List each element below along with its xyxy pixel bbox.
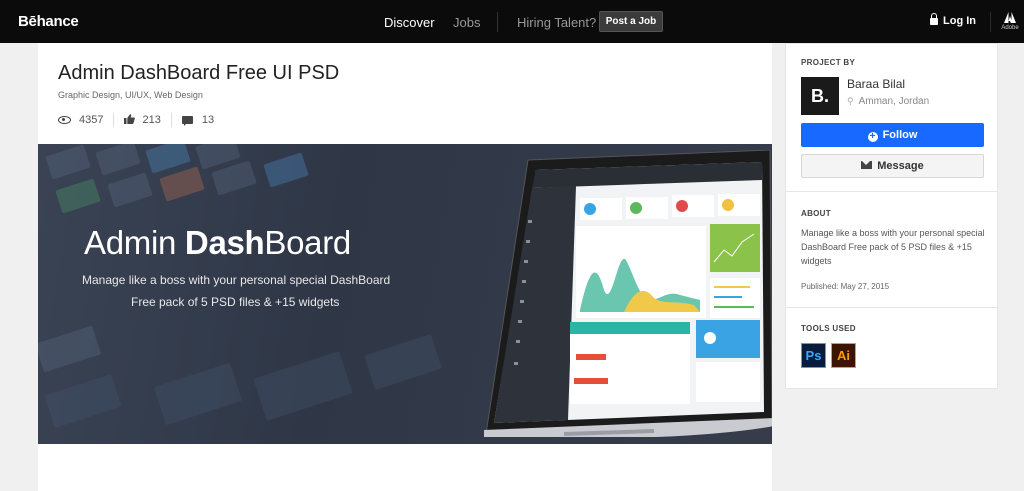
login-label: Log In [943, 15, 976, 27]
about-text: Manage like a boss with your personal sp… [801, 228, 985, 266]
follow-button[interactable]: + Follow [801, 123, 984, 147]
comments-stat: 13 [181, 113, 215, 127]
about-label: ABOUT [801, 209, 831, 218]
stat-divider [170, 113, 172, 127]
comment-icon [181, 116, 193, 126]
nav-divider [990, 12, 991, 32]
adobe-link[interactable]: Adobe [999, 12, 1021, 31]
appreciations-stat: 213 [124, 113, 161, 127]
plus-icon: + [867, 132, 878, 142]
section-divider [786, 307, 997, 308]
nav-divider [497, 12, 498, 32]
project-fields[interactable]: Graphic Design, UI/UX, Web Design [58, 90, 203, 100]
lock-icon [930, 13, 938, 25]
thumbs-up-icon [124, 113, 136, 127]
appreciations-count: 213 [142, 114, 161, 126]
tools-used-label: TOOLS USED [801, 324, 856, 333]
project-title: Admin DashBoard Free UI PSD [58, 62, 340, 84]
photoshop-tool-icon[interactable]: Ps [801, 343, 826, 368]
laptop-mockup [484, 150, 772, 437]
top-navigation-bar: Bēhance Discover Jobs Hiring Talent? Pos… [0, 0, 1024, 43]
location-pin-icon: ⚲ [847, 96, 854, 106]
nav-discover-link[interactable]: Discover [384, 15, 435, 30]
comments-count: 13 [201, 114, 215, 126]
section-divider [786, 191, 997, 192]
owner-avatar[interactable]: B. [801, 77, 839, 115]
behance-logo[interactable]: Bēhance [18, 13, 79, 30]
views-stat: 4357 [58, 113, 103, 127]
mail-icon [861, 161, 873, 169]
nav-hiring-talent-link[interactable]: Hiring Talent? [517, 15, 596, 30]
adobe-label: Adobe [1001, 25, 1019, 31]
eye-icon [58, 116, 71, 124]
adobe-logo-icon [999, 12, 1021, 25]
nav-jobs-link[interactable]: Jobs [453, 15, 480, 30]
hero-subtitle-line-1: Manage like a boss with your personal sp… [82, 273, 391, 287]
owner-name[interactable]: Baraa Bilal [847, 77, 905, 91]
views-count: 4357 [79, 114, 104, 126]
hero-title: Admin DashBoard [84, 224, 351, 261]
project-cover-image[interactable]: Admin DashBoard Manage like a boss with … [38, 144, 772, 444]
login-link[interactable]: Log In [930, 13, 976, 27]
project-sidebar: PROJECT BY B. Baraa Bilal ⚲ Amman, Jordan… [785, 43, 998, 389]
post-job-button[interactable]: Post a Job [599, 11, 663, 32]
hero-subtitle-line-2: Free pack of 5 PSD files & +15 widgets [131, 295, 340, 309]
illustrator-tool-icon[interactable]: Ai [831, 343, 856, 368]
owner-location: ⚲ Amman, Jordan [847, 96, 930, 107]
published-date: Published: May 27, 2015 [801, 282, 890, 291]
project-main-panel: Admin DashBoard Free UI PSD Graphic Desi… [38, 43, 772, 491]
message-button[interactable]: Message [801, 154, 984, 178]
project-stats: 4357 213 13 [58, 113, 214, 127]
stat-divider [113, 113, 115, 127]
project-by-label: PROJECT BY [801, 58, 856, 67]
